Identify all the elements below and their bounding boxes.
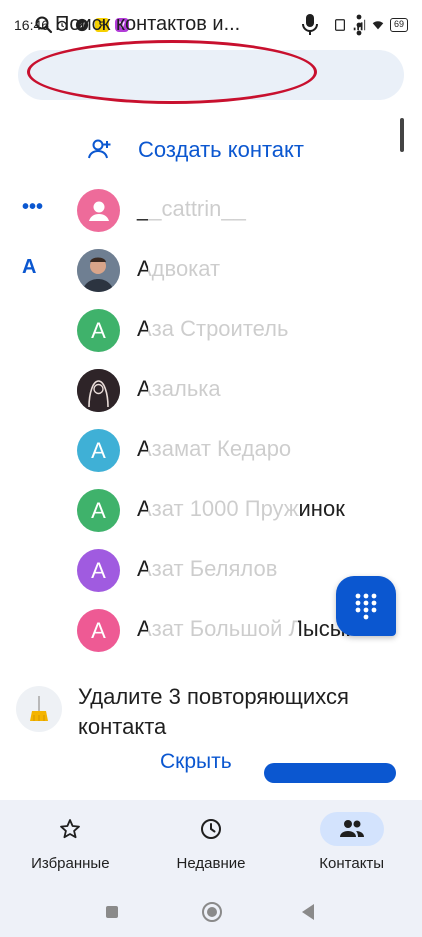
contact-row[interactable]: Азалька (0, 360, 422, 420)
person-icon (88, 201, 109, 221)
contact-name: __cattrin__ (137, 196, 246, 221)
contact-avatar: А (77, 609, 120, 652)
contact-avatar (77, 189, 120, 232)
duplicates-card: Удалите 3 повторяющихся контакта Скрыть (0, 660, 422, 800)
create-contact-row[interactable]: Создать контакт (0, 125, 422, 175)
section-header: ••• (22, 196, 44, 218)
broom-icon (16, 686, 62, 732)
home-icon[interactable] (202, 902, 222, 922)
star-icon (60, 819, 81, 839)
contact-photo (77, 249, 120, 292)
avatar-letter: А (91, 497, 106, 523)
search-icon[interactable] (34, 15, 54, 35)
contact-avatar: А (77, 309, 120, 352)
nav-contacts-label: Контакты (319, 855, 385, 872)
status-right: 69 (333, 18, 408, 32)
back-icon[interactable] (302, 904, 314, 920)
contact-name: Азат Белялов (137, 556, 278, 581)
recent-icon-container (179, 812, 243, 846)
photo-portrait-icon (77, 249, 120, 292)
contact-name: Азат 1000 Пружинок (137, 496, 345, 521)
battery-indicator: 69 (389, 18, 408, 32)
contact-name: Азат Большой Лысый (137, 616, 358, 641)
create-contact-label: Создать контакт (138, 137, 304, 162)
nav-favorites-label: Избранные (31, 855, 110, 872)
remove-duplicates-button[interactable] (264, 763, 396, 783)
recent-apps-icon[interactable] (106, 906, 118, 918)
contact-row[interactable]: ••• __cattrin__ (0, 180, 422, 240)
avatar-letter: А (91, 617, 106, 643)
wifi-icon (372, 21, 384, 30)
dialpad-button[interactable] (336, 576, 396, 636)
contact-row[interactable]: А Аза Строитель (0, 300, 422, 360)
search-bar[interactable] (18, 50, 404, 100)
duplicates-message: Удалите 3 повторяющихся контакта (78, 684, 349, 739)
contact-name: Аза Строитель (137, 316, 289, 341)
nav-favorites[interactable]: Избранные (0, 800, 141, 888)
clock-icon (201, 819, 221, 839)
avatar-letter: А (91, 557, 106, 583)
contact-row[interactable]: А Азамат Кедаро (0, 420, 422, 480)
system-navigation-bar (0, 888, 422, 937)
contact-avatar: А (77, 429, 120, 472)
contact-row[interactable]: А Адвокат (0, 240, 422, 300)
favorites-icon-container (38, 812, 102, 846)
photo-portrait-icon (77, 369, 120, 412)
contact-photo (77, 369, 120, 412)
avatar-letter: А (91, 317, 106, 343)
contact-avatar: А (77, 489, 120, 532)
contact-row[interactable]: А Азат 1000 Пружинок (0, 480, 422, 540)
nav-contacts[interactable]: Контакты (281, 800, 422, 888)
nav-recent[interactable]: Недавние (141, 800, 282, 888)
microphone-icon[interactable] (298, 12, 322, 38)
contacts-icon-container (319, 812, 384, 846)
contact-name: Азалька (137, 376, 221, 401)
contact-name: Адвокат (137, 256, 221, 281)
avatar-letter: А (91, 437, 106, 463)
sim-icon (334, 19, 345, 31)
people-icon (339, 820, 364, 837)
bottom-navigation: Избранные Недавние Контакты (0, 800, 422, 888)
hide-button[interactable]: Скрыть (160, 750, 232, 774)
add-person-icon (88, 139, 111, 159)
dialpad-icon (355, 593, 377, 620)
contact-name: Азамат Кедаро (137, 436, 292, 461)
more-options-icon[interactable] (352, 12, 366, 38)
nav-recent-label: Недавние (176, 855, 246, 872)
contact-avatar: А (77, 549, 120, 592)
search-input[interactable]: Поиск контактов и... (55, 13, 240, 36)
section-header: А (22, 256, 37, 278)
